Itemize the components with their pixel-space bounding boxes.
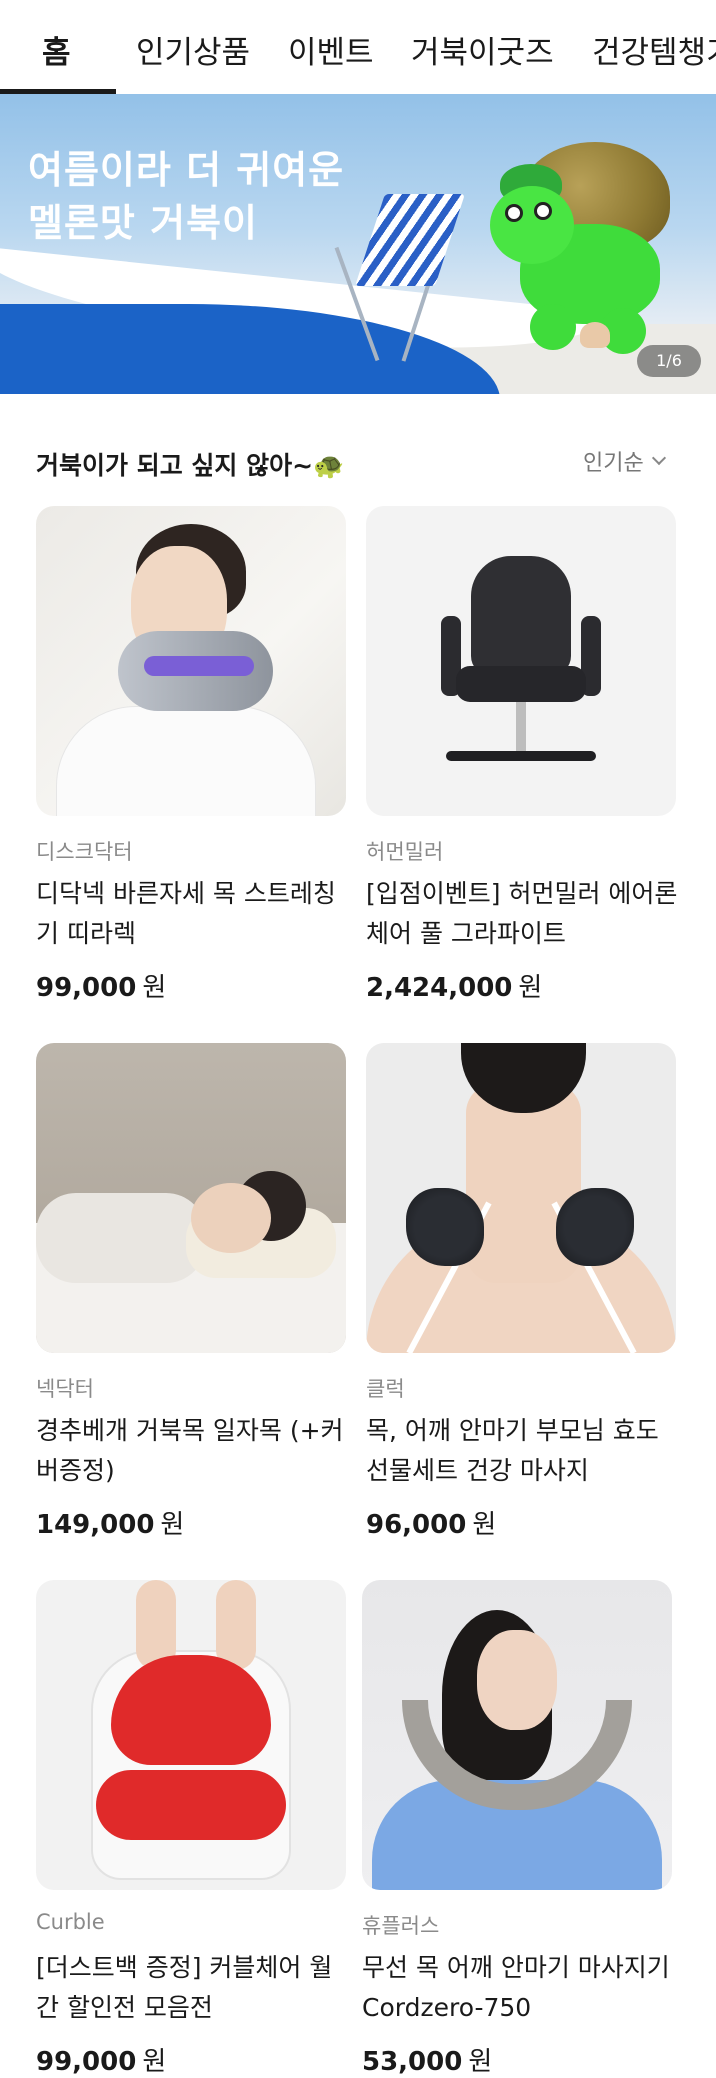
sort-dropdown[interactable]: 인기순	[583, 446, 666, 476]
product-title: [입점이벤트] 허먼밀러 에어론 체어 풀 그라파이트	[366, 879, 678, 948]
tab-event[interactable]: 이벤트	[288, 0, 374, 94]
price-amount: 99,000	[36, 973, 137, 1003]
price-amount: 2,424,000	[366, 973, 513, 1003]
product-image	[362, 1580, 672, 1890]
seashell	[580, 322, 610, 348]
product-price: 149,000 원	[36, 1504, 184, 1541]
turtle-plush-eye	[534, 202, 552, 220]
tab-popular[interactable]: 인기상품	[136, 0, 250, 94]
product-brand: Curble	[36, 1910, 105, 1934]
product-brand: 휴플러스	[362, 1914, 440, 1938]
price-currency: 원	[142, 973, 167, 1003]
product-price: 99,000 원	[36, 967, 166, 1004]
price-amount: 96,000	[366, 1510, 467, 1540]
product-image	[36, 506, 346, 816]
product-title: 경추베개 거북목 일자목 (+커버증정)	[36, 1416, 344, 1485]
turtle-plush-leg	[530, 304, 576, 350]
beach-chair	[355, 194, 465, 286]
product-brand: 넥닥터	[36, 1377, 94, 1401]
banner-headline-line2: 멜론맛 거북이	[28, 201, 258, 245]
product-price: 96,000 원	[366, 1504, 496, 1541]
product-image	[36, 1580, 346, 1890]
sort-label: 인기순	[583, 451, 644, 476]
chevron-down-icon	[651, 450, 666, 466]
price-currency: 원	[142, 2047, 167, 2077]
product-price: 2,424,000 원	[366, 967, 542, 1004]
product-title: 무선 목 어깨 안마기 마사지기 Cordzero-750	[362, 1953, 670, 2022]
product-image	[36, 1043, 346, 1353]
price-amount: 53,000	[362, 2047, 463, 2077]
banner-pager: 1/6	[637, 345, 701, 377]
product-image	[366, 1043, 676, 1353]
section-title: 거북이가 되고 싶지 않아~🐢	[36, 451, 345, 480]
price-currency: 원	[472, 1510, 497, 1540]
turtle-plush-head	[490, 186, 574, 264]
product-brand: 허먼밀러	[366, 840, 444, 864]
product-price: 53,000 원	[362, 2041, 492, 2078]
promo-banner[interactable]: 여름이라 더 귀여운 멜론맛 거북이 1/6	[0, 94, 716, 394]
price-currency: 원	[468, 2047, 493, 2077]
price-amount: 149,000	[36, 1510, 155, 1540]
tab-health-items[interactable]: 건강템챙기	[592, 0, 716, 94]
price-currency: 원	[160, 1510, 185, 1540]
product-title: 디닥넥 바른자세 목 스트레칭기 띠라렉	[36, 879, 336, 948]
product-brand: 클럭	[366, 1377, 405, 1401]
product-title: 목, 어깨 안마기 부모님 효도 선물세트 건강 마사지	[366, 1416, 659, 1485]
product-price: 99,000 원	[36, 2041, 166, 2078]
product-brand: 디스크닥터	[36, 840, 133, 864]
banner-headline-line1: 여름이라 더 귀여운	[28, 148, 345, 192]
tab-home[interactable]: 홈	[42, 0, 71, 94]
category-tabs: 홈 인기상품 이벤트 거북이굿즈 건강템챙기	[0, 0, 716, 94]
product-image	[366, 506, 676, 816]
price-currency: 원	[518, 973, 543, 1003]
tab-turtle-goods[interactable]: 거북이굿즈	[411, 0, 554, 94]
turtle-plush-eye	[505, 204, 523, 222]
price-amount: 99,000	[36, 2047, 137, 2077]
product-title: [더스트백 증정] 커블체어 월간 할인전 모음전	[36, 1953, 333, 2022]
